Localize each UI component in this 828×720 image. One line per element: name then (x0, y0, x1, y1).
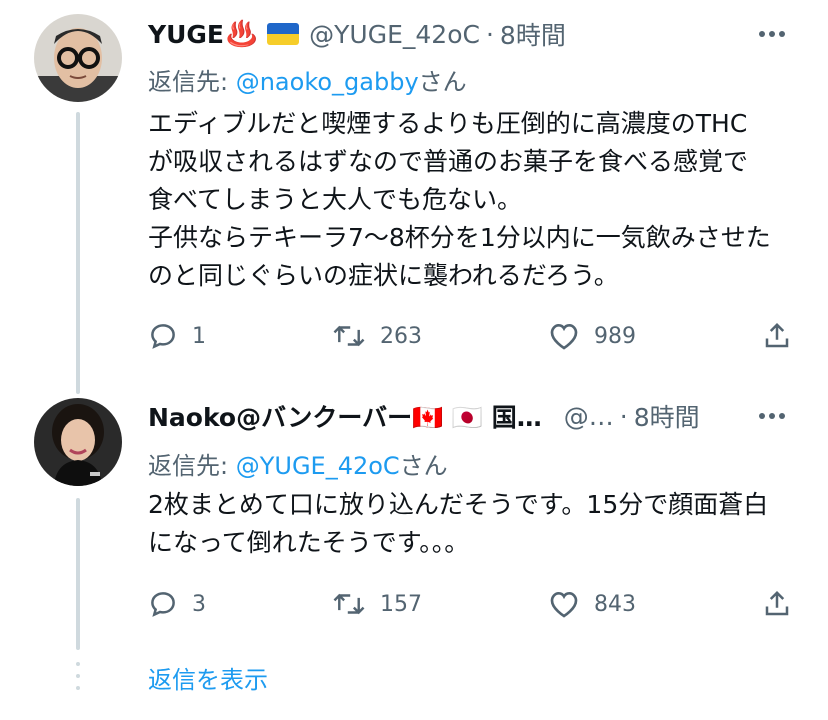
reply-prefix: 返信先: (148, 452, 236, 480)
tweet-header: YUGE ♨️ @YUGE_42oC · 8時間 (148, 12, 566, 56)
reply-mention[interactable]: @naoko_gabby (236, 68, 419, 96)
action-bar: 1 263 989 (148, 316, 798, 356)
more-options-icon[interactable] (752, 14, 792, 54)
retweet-icon (333, 593, 365, 615)
timestamp[interactable]: 8時間 (500, 16, 566, 52)
reply-icon (151, 592, 175, 617)
retweet-button[interactable]: 263 (332, 316, 422, 356)
avatar-naoko[interactable] (34, 398, 122, 486)
reply-mention[interactable]: @YUGE_42oC (236, 452, 400, 480)
reply-button[interactable]: 3 (148, 584, 206, 624)
hot-springs-emoji: ♨️ (226, 19, 258, 48)
more-options-icon[interactable] (752, 396, 792, 436)
separator-dot: · (619, 401, 628, 431)
thread-dot (76, 674, 80, 678)
retweet-count: 157 (380, 591, 422, 617)
reply-count: 1 (192, 323, 206, 349)
reply-icon (151, 324, 175, 349)
replying-to: 返信先: @YUGE_42oCさん (148, 446, 448, 481)
ukraine-flag-emoji (267, 23, 300, 45)
handle[interactable]: @… (564, 402, 614, 431)
handle[interactable]: @YUGE_42oC (309, 20, 480, 49)
thread-line-top (76, 380, 80, 394)
heart-icon (550, 323, 578, 350)
reply-prefix: 返信先: (148, 68, 236, 96)
share-button[interactable] (762, 584, 792, 624)
thread-line (76, 112, 80, 384)
share-icon (765, 322, 789, 348)
like-count: 843 (594, 591, 636, 617)
thread-dot (76, 662, 80, 666)
thread-dot (76, 686, 80, 690)
tweet-text: エディブルだと喫煙するよりも圧倒的に高濃度のTHC が吸収されるはずなので普通の… (148, 109, 771, 290)
reply-suffix: さん (418, 68, 467, 96)
replying-to: 返信先: @naoko_gabbyさん (148, 62, 467, 97)
tweet-naoko[interactable]: Naoko@バンクーバー🇨🇦 🇯🇵 国… @… · 8時間 返信先: @YUGE… (0, 380, 828, 660)
like-button[interactable]: 843 (548, 584, 636, 624)
display-name[interactable]: YUGE (148, 20, 224, 49)
like-button[interactable]: 989 (548, 316, 636, 356)
like-count: 989 (594, 323, 636, 349)
action-bar: 3 157 843 (148, 584, 798, 624)
retweet-icon (333, 325, 365, 347)
retweet-button[interactable]: 157 (332, 584, 422, 624)
reply-button[interactable]: 1 (148, 316, 206, 356)
tweet-text: 2枚まとめて口に放り込んだそうです。15分で顔面蒼白 になって倒れたそうです。。… (148, 490, 769, 557)
reply-count: 3 (192, 591, 206, 617)
avatar-yuge[interactable] (34, 14, 122, 102)
thread-line (76, 498, 80, 650)
show-replies-link[interactable]: 返信を表示 (148, 660, 268, 695)
share-button[interactable] (762, 316, 792, 356)
tweet-header: Naoko@バンクーバー🇨🇦 🇯🇵 国… @… · 8時間 (148, 394, 700, 438)
retweet-count: 263 (380, 323, 422, 349)
timestamp[interactable]: 8時間 (634, 398, 700, 434)
display-name[interactable]: Naoko@バンクーバー🇨🇦 🇯🇵 国… (148, 398, 542, 434)
heart-icon (550, 591, 578, 618)
tweet-yuge[interactable]: YUGE ♨️ @YUGE_42oC · 8時間 返信先: @naoko_gab… (0, 0, 828, 384)
reply-suffix: さん (399, 452, 448, 480)
separator-dot: · (485, 19, 494, 49)
share-icon (765, 590, 789, 616)
